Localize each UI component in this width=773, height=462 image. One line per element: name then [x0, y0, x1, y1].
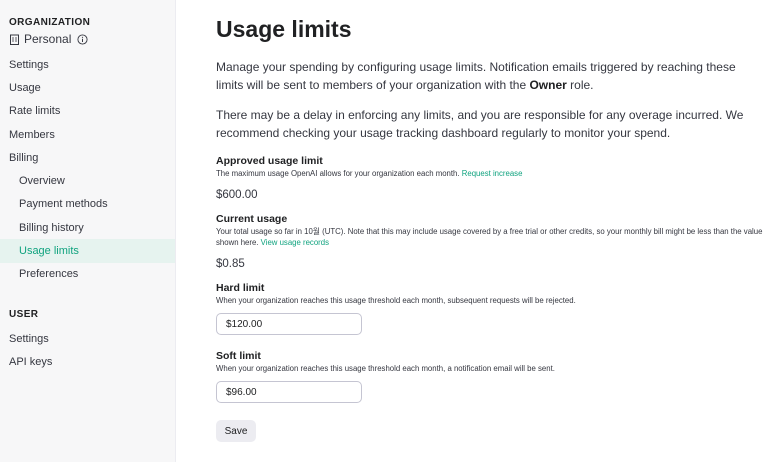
- org-section-label: ORGANIZATION: [9, 17, 91, 28]
- request-increase-link[interactable]: Request increase: [462, 169, 523, 178]
- actions: Save: [216, 417, 773, 442]
- info-icon[interactable]: [77, 33, 88, 45]
- sidebar-item-usage-limits[interactable]: Usage limits: [0, 239, 175, 263]
- sidebar-item-label: Usage limits: [19, 245, 79, 258]
- page-title: Usage limits: [216, 16, 352, 42]
- hard-limit-desc: When your organization reaches this usag…: [216, 296, 576, 305]
- sidebar-item-billing-history[interactable]: Billing history: [0, 216, 175, 239]
- save-button[interactable]: Save: [216, 420, 256, 442]
- description-owner: Manage your spending by configuring usag…: [216, 58, 761, 94]
- sidebar-item-members[interactable]: Members: [0, 123, 175, 146]
- org-switcher[interactable]: Personal: [0, 30, 175, 48]
- sidebar-item-label: Payment methods: [19, 198, 108, 211]
- soft-limit-title: Soft limit: [216, 350, 261, 362]
- sidebar-item-rate-limits[interactable]: Rate limits: [0, 100, 175, 123]
- current-usage-desc: Your total usage so far in 10월 (UTC). No…: [216, 226, 773, 248]
- sidebar-item-label: Rate limits: [9, 105, 61, 118]
- current-usage-value: $0.85: [216, 258, 245, 270]
- sidebar-item-label: Billing: [9, 151, 39, 164]
- soft-limit-input[interactable]: [216, 381, 362, 403]
- approved-limit-value: $600.00: [216, 189, 258, 201]
- hard-limit-input[interactable]: [216, 313, 362, 335]
- description-text: Manage your spending by configuring usag…: [216, 60, 736, 92]
- sidebar-item-label: Settings: [9, 58, 49, 71]
- soft-limit-desc: When your organization reaches this usag…: [216, 364, 555, 373]
- user-section-label: USER: [9, 308, 39, 320]
- owner-role: Owner: [529, 78, 567, 92]
- sidebar-item-label: API keys: [9, 355, 53, 368]
- view-usage-records-link[interactable]: View usage records: [261, 238, 329, 247]
- sidebar-item-payment-methods[interactable]: Payment methods: [0, 193, 175, 216]
- current-usage-title: Current usage: [216, 213, 288, 225]
- sidebar-item-preferences[interactable]: Preferences: [0, 263, 175, 286]
- main-content: Usage limits Manage your spending by con…: [176, 0, 773, 462]
- app: ORGANIZATION Personal Settings Usage Rat…: [0, 0, 773, 462]
- sidebar-item-settings[interactable]: Settings: [0, 53, 175, 76]
- sidebar-item-overview[interactable]: Overview: [0, 169, 175, 192]
- approved-limit-desc: The maximum usage OpenAI allows for your…: [216, 168, 773, 179]
- sidebar-item-label: Preferences: [19, 268, 79, 281]
- sidebar-item-label: Usage: [9, 81, 41, 94]
- approved-limit-desc-text: The maximum usage OpenAI allows for your…: [216, 169, 462, 178]
- building-icon: [9, 34, 20, 45]
- description-text-end: role.: [566, 78, 594, 92]
- hard-limit-title: Hard limit: [216, 282, 265, 294]
- sidebar-item-usage[interactable]: Usage: [0, 76, 175, 99]
- sidebar: ORGANIZATION Personal Settings Usage Rat…: [0, 0, 176, 462]
- sidebar-item-label: Overview: [19, 175, 65, 188]
- description-delay: There may be a delay in enforcing any li…: [216, 108, 744, 140]
- sidebar-item-label: Members: [9, 128, 55, 141]
- sidebar-item-api-keys[interactable]: API keys: [0, 350, 175, 373]
- sidebar-item-user-settings[interactable]: Settings: [0, 327, 175, 350]
- org-name: Personal: [24, 32, 72, 46]
- sidebar-item-label: Billing history: [19, 221, 84, 234]
- approved-limit-title: Approved usage limit: [216, 155, 323, 167]
- sidebar-item-label: Settings: [9, 332, 49, 345]
- sidebar-item-billing[interactable]: Billing: [0, 146, 175, 169]
